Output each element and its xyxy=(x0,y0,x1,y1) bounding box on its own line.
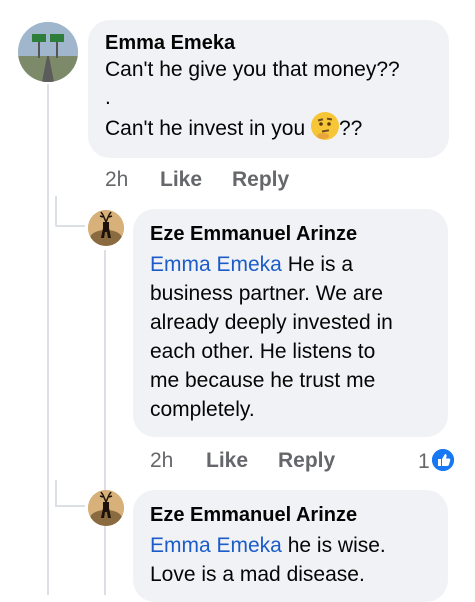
avatar[interactable] xyxy=(18,22,78,82)
like-button[interactable]: Like xyxy=(160,168,202,192)
reply-text-line: Love is a mad disease. xyxy=(150,563,365,586)
thread-connector-reply-2 xyxy=(55,480,57,506)
thumbs-up-badge-icon xyxy=(431,449,454,471)
reply-text: He is a xyxy=(281,253,354,276)
reply-button[interactable]: Reply xyxy=(278,449,335,473)
avatar[interactable] xyxy=(88,490,124,526)
comment-text: Can't he invest in you xyxy=(105,117,306,140)
reply-text-line: Emma Emeka he is wise. xyxy=(150,531,448,560)
mention-link[interactable]: Emma Emeka xyxy=(150,534,282,557)
reply-time[interactable]: 2h xyxy=(150,449,173,473)
comment-text-line: . xyxy=(105,86,111,109)
comment-text-line: Can't he give you that money?? xyxy=(105,58,400,81)
thread-line-sub xyxy=(104,250,106,595)
reaction-count: 1 xyxy=(418,450,430,473)
comment-time[interactable]: 2h xyxy=(105,168,128,192)
comment-author[interactable]: Emma Emeka xyxy=(105,30,449,56)
like-button[interactable]: Like xyxy=(206,449,248,473)
reply-author[interactable]: Eze Emmanuel Arinze xyxy=(150,502,448,528)
comment-bubble: Emma Emeka Can't he give you that money?… xyxy=(88,20,449,158)
deer-silhouette-avatar-icon xyxy=(88,490,124,526)
reply-bubble: Eze Emmanuel Arinze Emma Emeka He is a b… xyxy=(133,209,448,437)
reaction-summary[interactable]: 1 xyxy=(418,449,454,474)
mention-link[interactable]: Emma Emeka xyxy=(150,253,282,276)
thinking-face-icon xyxy=(310,112,339,140)
reply-author[interactable]: Eze Emmanuel Arinze xyxy=(150,221,448,247)
thread-connector-reply-1-h xyxy=(55,225,85,227)
reply-text-line: each other. He listens to xyxy=(150,340,376,363)
reply-text: he is wise. xyxy=(281,534,386,557)
reply-actions: 2h Like Reply xyxy=(0,449,475,475)
avatar[interactable] xyxy=(88,210,124,246)
reply-text-line: already deeply invested in xyxy=(150,311,393,334)
reply-button[interactable]: Reply xyxy=(232,168,289,192)
reply-text-line: me because he trust me xyxy=(150,369,376,392)
comment-actions: 2h Like Reply xyxy=(0,168,475,194)
thread-connector-reply-1 xyxy=(55,196,57,226)
comment-text-line: Can't he invest in you ?? xyxy=(105,112,449,143)
thread-line-main xyxy=(47,84,49,595)
road-sign-avatar-icon xyxy=(18,22,78,82)
reply-text-line: business partner. We are xyxy=(150,282,384,305)
deer-silhouette-avatar-icon xyxy=(88,210,124,246)
reply-bubble: Eze Emmanuel Arinze Emma Emeka he is wis… xyxy=(133,490,448,602)
thread-connector-reply-2-h xyxy=(55,505,85,507)
comment-text: ?? xyxy=(338,117,363,140)
reply-text-line: completely. xyxy=(150,398,255,421)
reply-text-line: Emma Emeka He is a xyxy=(150,250,448,279)
